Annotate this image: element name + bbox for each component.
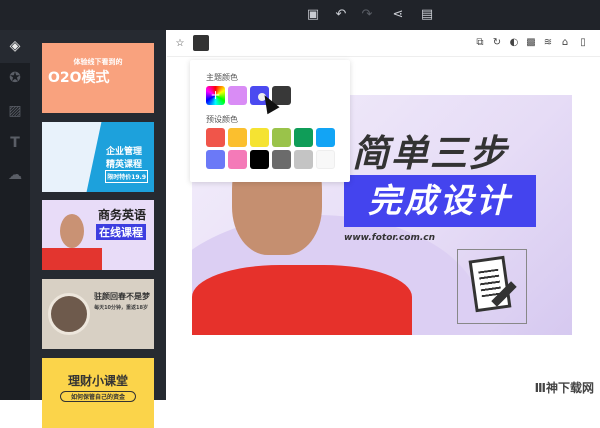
template-panel: 体验线下看到的 O2O模式 企业管理 精英课程 限时特价19.9 商务英语 在线… (30, 30, 166, 428)
duplicate-icon[interactable]: ⧉ (474, 37, 486, 49)
rotate-icon[interactable]: ↻ (491, 37, 503, 49)
favorite-icon[interactable]: ☆ (174, 38, 186, 50)
template-subtitle: 每天10分钟，重返18岁 (94, 305, 148, 311)
preset-color-swatch[interactable] (250, 150, 269, 169)
template-title: O2O模式 (48, 70, 110, 86)
template-subtitle: 体验线下看到的 (73, 58, 123, 66)
template-title: 驻颜回春不是梦 (94, 292, 150, 301)
template-thumb[interactable]: 商务英语 在线课程 (42, 200, 154, 270)
template-title: 企业管理 精英课程 (105, 147, 142, 170)
preset-color-swatch[interactable] (316, 150, 335, 169)
add-color-swatch[interactable]: + (206, 86, 225, 105)
watermark: Ⅲ神下载网 (534, 381, 594, 395)
banner-url[interactable]: www.fotor.com.cn (344, 233, 435, 243)
banner-subheadline[interactable]: 完成设计 (344, 175, 536, 227)
mask-icon[interactable]: ◐ (508, 37, 520, 49)
texture-icon[interactable]: ▨ (7, 103, 23, 119)
preset-color-swatch[interactable] (206, 128, 225, 147)
current-color-swatch[interactable] (193, 35, 209, 51)
template-subtitle: 在线课程 (96, 224, 146, 240)
preset-color-swatch[interactable] (228, 150, 247, 169)
text-icon[interactable]: T (7, 135, 23, 151)
lock-icon[interactable]: ⌂ (559, 37, 571, 49)
template-thumb[interactable]: 企业管理 精英课程 限时特价19.9 (42, 122, 154, 192)
preset-color-swatch[interactable] (272, 128, 291, 147)
document-pen-icon[interactable] (457, 249, 527, 324)
preset-color-swatch[interactable] (228, 128, 247, 147)
preset-color-swatch[interactable] (294, 128, 313, 147)
share-icon[interactable]: ⋖ (390, 7, 406, 23)
undo-icon[interactable]: ↶ (333, 7, 349, 23)
preset-color-swatch[interactable] (250, 128, 269, 147)
upload-icon[interactable]: ☁ (7, 167, 23, 183)
template-subtitle: 限时特价19.9 (105, 170, 148, 183)
template-thumb[interactable]: 驻颜回春不是梦 每天10分钟，重返18岁 (42, 279, 154, 349)
add-image-icon[interactable]: ▣ (305, 7, 321, 23)
theme-colors-label: 主题颜色 (206, 73, 238, 82)
top-toolbar: ▣ ↶ ↷ ⋖ ▤ (0, 0, 600, 30)
template-title: 理财小课堂 (67, 374, 128, 388)
preset-color-swatch[interactable] (316, 128, 335, 147)
transparency-icon[interactable]: ▩ (525, 37, 537, 49)
template-title: 商务英语 (97, 208, 146, 222)
template-thumb[interactable]: 体验线下看到的 O2O模式 (42, 43, 154, 113)
banner-headline[interactable]: 简单三步 (352, 123, 508, 177)
canvas-toolbar: ☆ ⧉ ↻ ◐ ▩ ≋ ⌂ ▯ (167, 30, 600, 57)
layer-icon[interactable]: ≋ (542, 37, 554, 49)
preset-color-swatch[interactable] (272, 150, 291, 169)
preset-color-swatch[interactable] (206, 150, 225, 169)
preset-colors-label: 预设颜色 (206, 115, 238, 124)
redo-icon[interactable]: ↷ (359, 7, 375, 23)
sidebar-rail: ◈ ✪ ▨ T ☁ (0, 30, 30, 400)
star-icon[interactable]: ✪ (7, 70, 23, 86)
delete-icon[interactable]: ▯ (577, 37, 589, 49)
save-icon[interactable]: ▤ (419, 7, 435, 23)
theme-color-swatch[interactable] (228, 86, 247, 105)
layers-icon[interactable]: ◈ (7, 38, 23, 54)
preset-color-swatch[interactable] (294, 150, 313, 169)
template-thumb[interactable]: 理财小课堂 如何保管自己的资金 (42, 358, 154, 428)
template-subtitle: 如何保管自己的资金 (60, 391, 136, 402)
color-picker-popup: 主题颜色 + 预设颜色 (190, 60, 350, 182)
